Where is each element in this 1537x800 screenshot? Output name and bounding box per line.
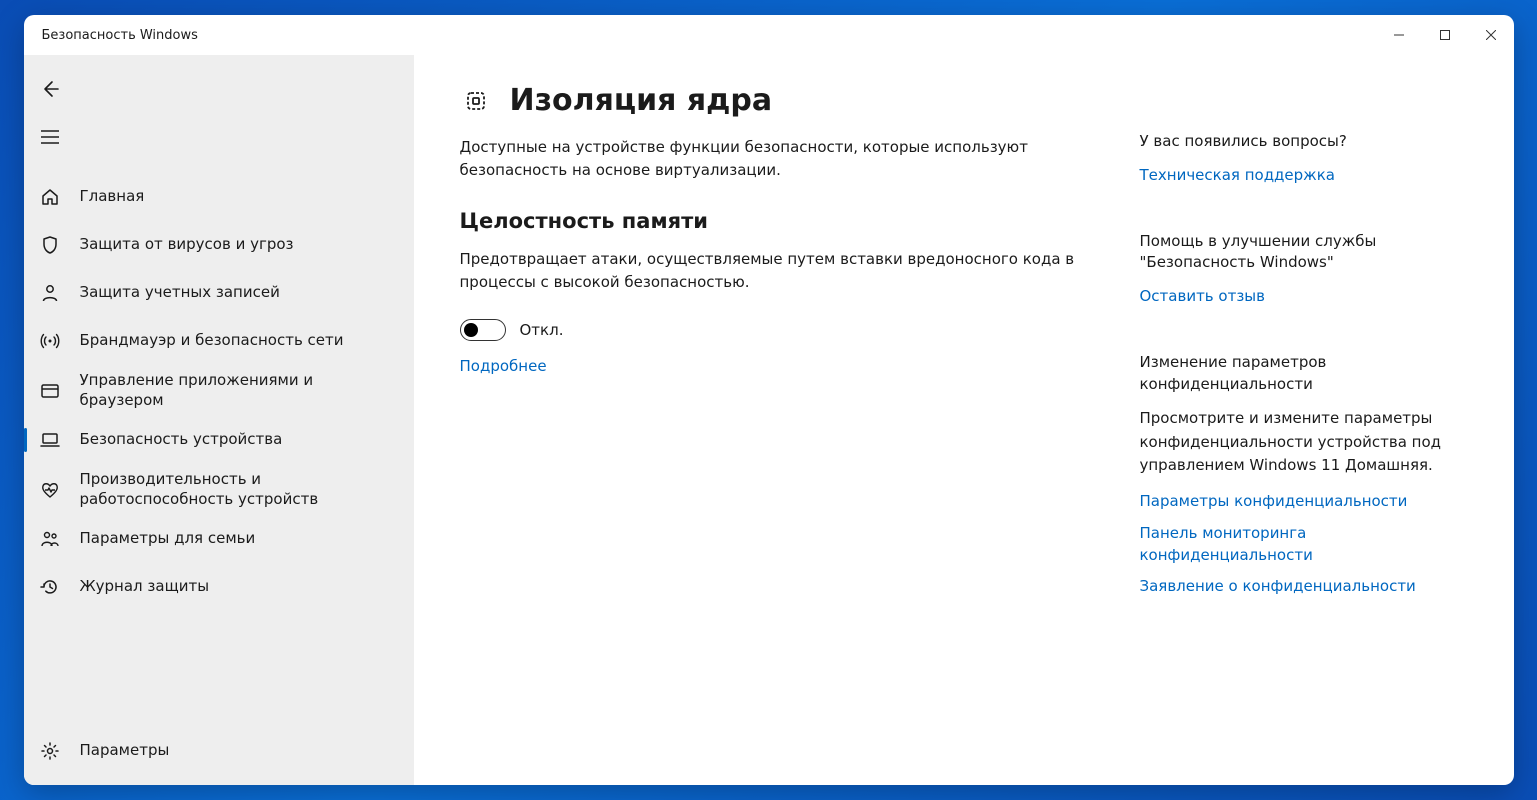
sidebar-item-settings[interactable]: Параметры [24,727,414,775]
sidebar-item-label: Параметры [80,741,184,761]
sidebar: Главная Защита от вирусов и угроз Защита… [24,55,414,785]
person-icon [38,283,62,303]
title-bar: Безопасность Windows [24,15,1514,55]
aside-column: У вас появились вопросы? Техническая под… [1140,83,1460,765]
aside-privacy-text: Просмотрите и измените параметры конфиде… [1140,407,1460,477]
sidebar-item-firewall[interactable]: Брандмауэр и безопасность сети [24,317,414,365]
people-icon [38,529,62,549]
sidebar-item-label: Управление приложениями и браузером [80,371,414,410]
sidebar-item-label: Брандмауэр и безопасность сети [80,331,358,351]
memory-integrity-desc: Предотвращает атаки, осуществляемые путе… [460,248,1100,293]
sidebar-item-label: Главная [80,187,159,207]
sidebar-item-label: Безопасность устройства [80,430,297,450]
sidebar-item-performance-health[interactable]: Производительность и работоспособность у… [24,464,414,515]
sidebar-item-device-security[interactable]: Безопасность устройства [24,416,414,464]
sidebar-item-protection-history[interactable]: Журнал защиты [24,563,414,611]
sidebar-item-family[interactable]: Параметры для семьи [24,515,414,563]
sidebar-item-label: Производительность и работоспособность у… [80,470,414,509]
memory-integrity-heading: Целостность памяти [460,209,1100,233]
maximize-button[interactable] [1422,19,1468,51]
heart-pulse-icon [38,480,62,500]
shield-icon [38,235,62,255]
feedback-link[interactable]: Оставить отзыв [1140,286,1460,308]
window-body: Главная Защита от вирусов и угроз Защита… [24,55,1514,785]
privacy-dashboard-link[interactable]: Панель мониторинга конфиденциальности [1140,523,1460,567]
toggle-knob [464,323,478,337]
sidebar-item-label: Защита от вирусов и угроз [80,235,308,255]
window-controls [1376,19,1514,51]
sidebar-item-label: Защита учетных записей [80,283,294,303]
toggle-state-label: Откл. [520,321,564,339]
back-arrow-icon [38,79,62,99]
sidebar-item-virus-threat[interactable]: Защита от вирусов и угроз [24,221,414,269]
sidebar-item-home[interactable]: Главная [24,173,414,221]
minimize-button[interactable] [1376,19,1422,51]
antenna-icon [38,331,62,351]
hamburger-icon [38,130,62,144]
page-header: Изоляция ядра [460,83,1100,118]
memory-integrity-toggle-row: Откл. [460,319,1100,341]
aside-feedback-heading: Помощь в улучшении службы "Безопасность … [1140,231,1460,275]
back-button[interactable] [24,65,414,113]
aside-feedback-section: Помощь в улучшении службы "Безопасность … [1140,231,1460,308]
app-window-icon [38,381,62,401]
privacy-statement-link[interactable]: Заявление о конфиденциальности [1140,576,1460,598]
content-area: Изоляция ядра Доступные на устройстве фу… [414,55,1514,785]
core-isolation-icon [460,85,492,117]
aside-privacy-heading: Изменение параметров конфиденциальности [1140,352,1460,396]
aside-help-heading: У вас появились вопросы? [1140,131,1460,153]
home-icon [38,187,62,207]
sidebar-item-label: Параметры для семьи [80,529,270,549]
sidebar-item-account-protection[interactable]: Защита учетных записей [24,269,414,317]
history-icon [38,577,62,597]
page-title: Изоляция ядра [510,83,773,118]
page-lead-text: Доступные на устройстве функции безопасн… [460,136,1100,181]
gear-icon [38,741,62,761]
app-window: Безопасность Windows [24,15,1514,785]
tech-support-link[interactable]: Техническая поддержка [1140,165,1460,187]
learn-more-link[interactable]: Подробнее [460,357,547,375]
sidebar-item-app-browser[interactable]: Управление приложениями и браузером [24,365,414,416]
close-button[interactable] [1468,19,1514,51]
privacy-settings-link[interactable]: Параметры конфиденциальности [1140,491,1460,513]
aside-help-section: У вас появились вопросы? Техническая под… [1140,131,1460,187]
sidebar-item-label: Журнал защиты [80,577,224,597]
memory-integrity-toggle[interactable] [460,319,506,341]
main-column: Изоляция ядра Доступные на устройстве фу… [460,83,1100,765]
aside-privacy-section: Изменение параметров конфиденциальности … [1140,352,1460,598]
laptop-icon [38,430,62,450]
window-title: Безопасность Windows [42,28,198,43]
menu-button[interactable] [24,113,414,161]
